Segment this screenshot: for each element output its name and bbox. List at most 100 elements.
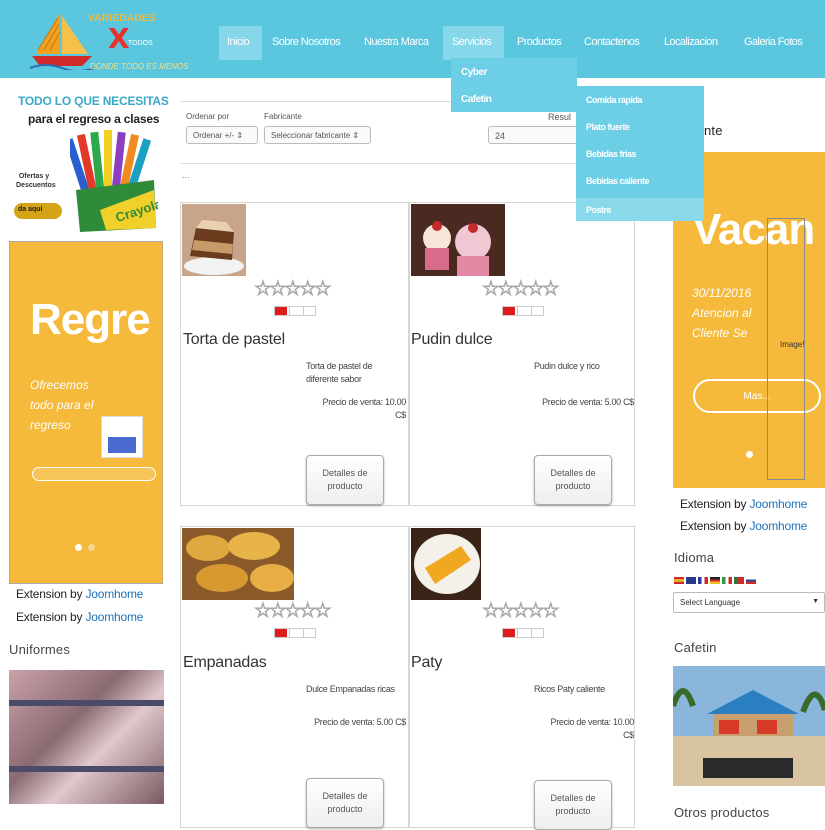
sort-icon: ⇕: [352, 131, 360, 140]
nav-nuestra-marca[interactable]: Nuestra Marca: [364, 36, 429, 48]
joomhome-link[interactable]: Joomhome: [85, 587, 143, 601]
product-image-cake[interactable]: [182, 204, 246, 276]
product-image-empanadas[interactable]: [182, 528, 294, 600]
price-value: 5.00 C$: [604, 397, 635, 407]
product-price: Precio de venta: 10.00 C$: [548, 716, 635, 742]
resultados-select[interactable]: 24: [488, 126, 578, 144]
ordenar-label: Ordenar por: [186, 112, 230, 121]
rating-stars[interactable]: ☆☆☆☆☆: [254, 598, 333, 623]
image-frame: [767, 218, 805, 480]
nav-sobre-nosotros[interactable]: Sobre Nosotros: [272, 36, 341, 48]
resultados-label: Resul: [548, 112, 572, 122]
slider-dot[interactable]: [88, 544, 95, 551]
flag-pt-icon[interactable]: [734, 577, 744, 584]
nav-inicio[interactable]: Inicio: [227, 36, 250, 48]
joomhome-link[interactable]: Joomhome: [749, 497, 807, 511]
price-value: 5.00 C$: [376, 717, 407, 727]
toolbar-divider: [180, 163, 630, 164]
cafetin-image[interactable]: [673, 666, 825, 786]
ad-title: TODO LO QUE NECESITAS: [18, 94, 169, 108]
uniformes-heading: Uniformes: [9, 642, 71, 657]
product-details-button[interactable]: Detalles de producto: [306, 778, 384, 828]
site-header: VARIEDADES X TODOS DONDE TODO ES MENOS I…: [0, 0, 825, 78]
ad-subtitle: para el regreso a clases: [28, 112, 160, 126]
product-desc: Pudin dulce y rico: [534, 361, 600, 371]
chevron-down-icon: ▼: [812, 598, 819, 605]
product-price: Precio de venta: 5.00 C$: [300, 716, 406, 729]
rating-stars[interactable]: ☆☆☆☆☆: [254, 276, 333, 301]
price-label: Precio de venta:: [314, 717, 375, 727]
flag-de-icon[interactable]: [710, 577, 720, 584]
extension-label: Extension by: [16, 610, 83, 624]
menu-item-postre[interactable]: Postre: [576, 198, 704, 221]
shelf-line: [9, 766, 164, 772]
extension-label: Extension by: [680, 497, 747, 511]
nav-galeria-fotos[interactable]: Galeria Fotos: [744, 36, 803, 48]
nav-servicios[interactable]: Servicios: [452, 36, 492, 48]
nav-contactenos[interactable]: Contactenos: [584, 36, 640, 48]
menu-item-cafetin[interactable]: Cafetin: [461, 94, 492, 105]
flag-it-icon[interactable]: [722, 577, 732, 584]
ordenar-select[interactable]: Ordenar +/- ⇕: [186, 126, 258, 144]
ad-ofertas: Ofertas y Descuentos: [16, 173, 56, 189]
menu-item-bebidas-caliente[interactable]: Bebidas caliente: [586, 176, 650, 186]
thumb-crayons: [108, 437, 136, 453]
otros-productos-heading: Otros productos: [674, 805, 770, 820]
product-desc: Ricos Paty caliente: [534, 684, 605, 694]
extension-credit: Extension by Joomhome: [680, 519, 807, 533]
price-label: Precio de venta:: [542, 397, 603, 407]
menu-item-bebidas-frias[interactable]: Bebidas frias: [586, 149, 637, 159]
joomhome-link[interactable]: Joomhome: [749, 519, 807, 533]
rating-bar: [502, 628, 544, 638]
product-name[interactable]: Empanadas: [183, 654, 267, 672]
language-select[interactable]: Select Language ▼: [673, 592, 825, 613]
menu-item-plato-fuerte[interactable]: Plato fuerte: [586, 122, 630, 132]
product-name[interactable]: Paty: [411, 654, 442, 672]
product-details-button[interactable]: Detalles de producto: [534, 780, 612, 830]
extension-label: Extension by: [680, 519, 747, 533]
flag-gb-icon[interactable]: [686, 577, 696, 584]
nav-productos[interactable]: Productos: [517, 36, 562, 48]
product-details-button[interactable]: Detalles de producto: [534, 455, 612, 505]
extension-credit: Extension by Joomhome: [16, 587, 143, 601]
rating-bar: [502, 306, 544, 316]
slider-dot[interactable]: [75, 544, 82, 551]
joomhome-link[interactable]: Joomhome: [85, 610, 143, 624]
menu-item-cyber[interactable]: Cyber: [461, 67, 487, 78]
uniformes-image[interactable]: [9, 670, 164, 804]
language-select-value: Select Language: [680, 598, 741, 607]
product-details-button[interactable]: Detalles de producto: [306, 455, 384, 505]
sailboat-logo[interactable]: [30, 10, 94, 70]
flag-fr-icon[interactable]: [698, 577, 708, 584]
product-name[interactable]: Torta de pastel: [183, 331, 285, 349]
left-slider-thumbnail: [101, 416, 143, 458]
logo-x-mark: X: [108, 22, 130, 55]
slider-text: Atencion al Cliente Se: [692, 306, 752, 340]
flag-es-icon[interactable]: [674, 577, 684, 584]
product-image-cupcakes[interactable]: [411, 204, 505, 276]
rating-stars[interactable]: ☆☆☆☆☆: [482, 598, 561, 623]
product-name[interactable]: Pudin dulce: [411, 331, 493, 349]
ad-aqui-button[interactable]: da aqui: [14, 203, 62, 219]
flag-ru-icon[interactable]: [746, 577, 756, 584]
crayola-box-image: Crayola: [70, 130, 158, 232]
fabricante-select[interactable]: Seleccionar fabricante ⇕: [264, 126, 371, 144]
pagination-dots: ...: [182, 170, 190, 180]
cafetin-dropdown: Comida rapida Plato fuerte Bebidas frias…: [576, 86, 704, 221]
nav-localizacion[interactable]: Localizacion: [664, 36, 718, 48]
rating-stars[interactable]: ☆☆☆☆☆: [482, 276, 561, 301]
product-desc: Dulce Empanadas ricas: [306, 684, 395, 694]
language-flags[interactable]: [674, 577, 770, 585]
fabricante-label: Fabricante: [264, 112, 302, 121]
ordenar-value: Ordenar +/-: [193, 131, 235, 140]
rating-bar: [274, 306, 316, 316]
right-slider-text: 30/11/2016 Atencion al Cliente Se: [692, 283, 762, 343]
product-price: Precio de venta: 5.00 C$: [530, 396, 634, 409]
menu-item-comida-rapida[interactable]: Comida rapida: [586, 95, 643, 105]
product-image-paty[interactable]: [411, 528, 481, 600]
idioma-heading: Idioma: [674, 550, 715, 565]
slider-dot[interactable]: [746, 451, 753, 458]
price-value: 10.00 C$: [384, 397, 406, 420]
ad-aqui-label: da aqui: [18, 206, 43, 213]
extension-label: Extension by: [16, 587, 83, 601]
